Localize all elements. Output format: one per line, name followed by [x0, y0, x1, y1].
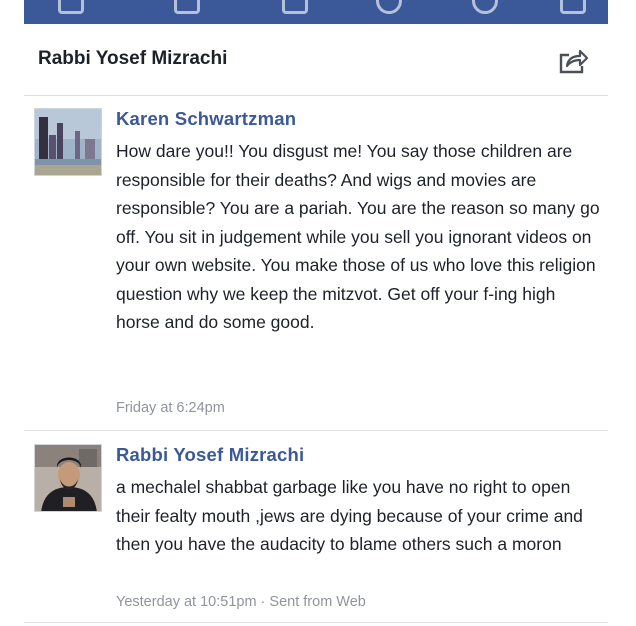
avatar-photo: [35, 445, 101, 511]
page-title: Rabbi Yosef Mizrachi: [38, 48, 228, 69]
news-feed-icon[interactable]: [58, 0, 84, 14]
comment-divider: [24, 430, 608, 431]
comment-item: Karen Schwartzman How dare you!! You dis…: [24, 108, 608, 418]
avatar[interactable]: [34, 108, 102, 176]
messages-icon[interactable]: [282, 0, 308, 14]
comment-author-link[interactable]: Rabbi Yosef Mizrachi: [116, 444, 304, 466]
comment-item: Rabbi Yosef Mizrachi a mechalel shabbat …: [24, 444, 608, 624]
comment-text: How dare you!! You disgust me! You say t…: [116, 141, 600, 332]
share-icon: [559, 49, 589, 74]
comment-text: a mechalel shabbat garbage like you have…: [116, 477, 583, 554]
search-icon[interactable]: [472, 0, 498, 14]
notifications-icon[interactable]: [376, 0, 402, 14]
comment-timestamp[interactable]: Yesterday at 10:51pm · Sent from Web: [116, 594, 366, 610]
avatar[interactable]: [34, 444, 102, 512]
avatar-photo: [35, 109, 101, 175]
requests-icon[interactable]: [174, 0, 200, 14]
comment-divider: [24, 622, 608, 623]
comment-timestamp[interactable]: Friday at 6:24pm: [116, 400, 225, 416]
share-button[interactable]: [556, 46, 590, 76]
comment-author-link[interactable]: Karen Schwartzman: [116, 108, 296, 130]
menu-icon[interactable]: [560, 0, 586, 14]
top-nav-bar: [24, 0, 608, 24]
post-header: Rabbi Yosef Mizrachi: [24, 24, 608, 96]
